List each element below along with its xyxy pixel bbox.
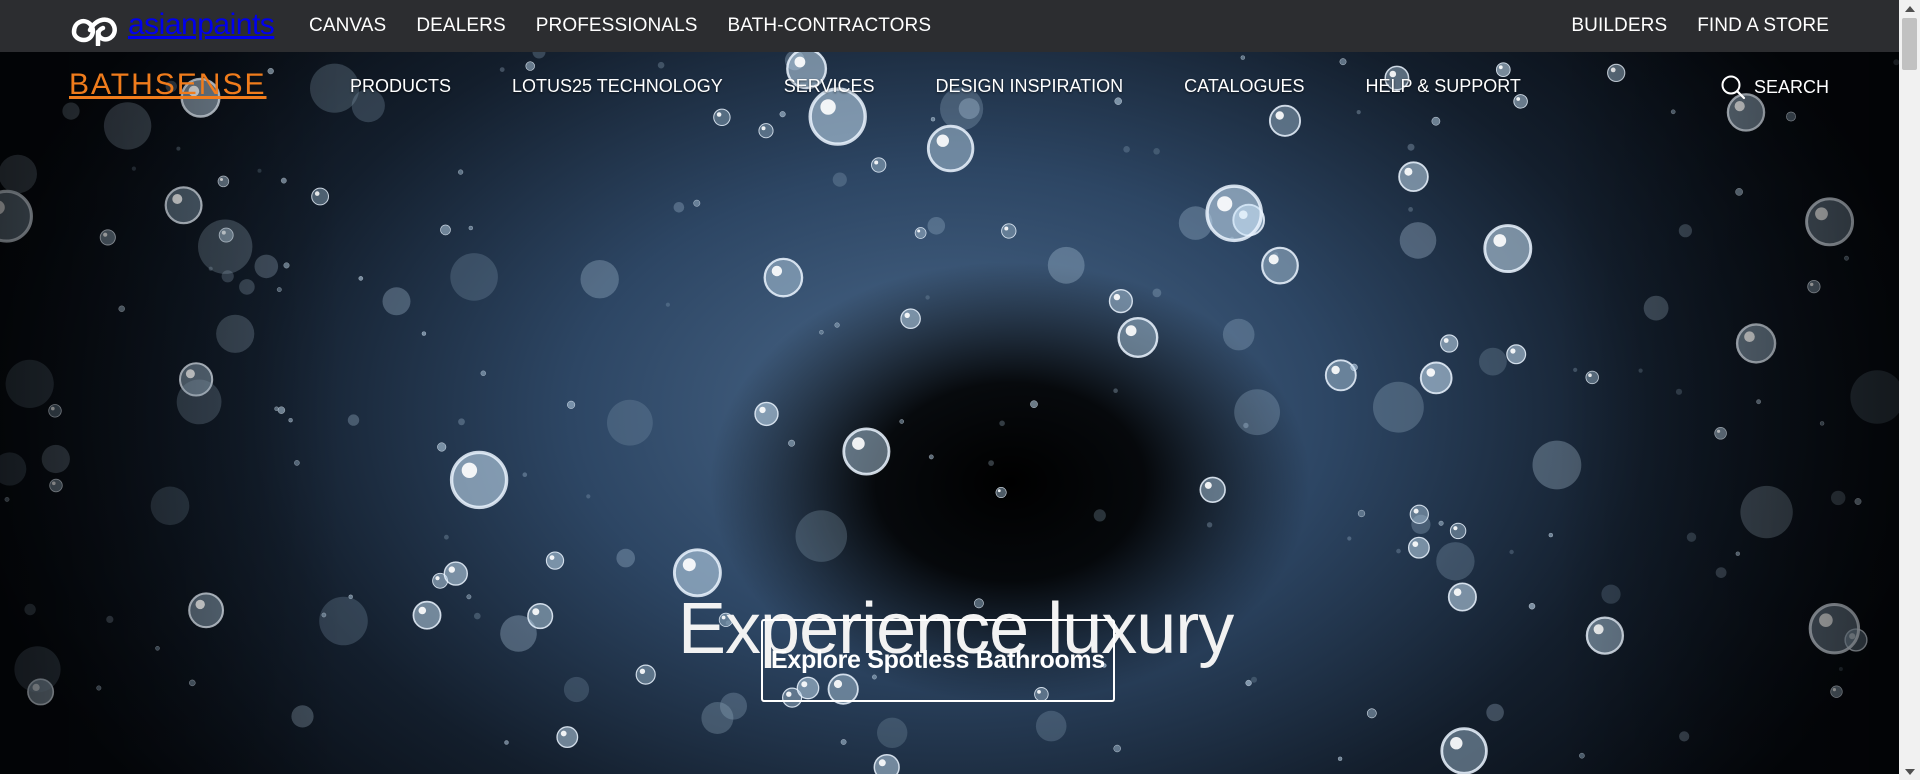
nav-item-lotus25-technology[interactable]: LOTUS25 TECHNOLOGY: [512, 76, 723, 97]
top-link-find-a-store[interactable]: FIND A STORE: [1697, 15, 1829, 37]
search-button[interactable]: SEARCH: [1720, 74, 1829, 100]
nav-item-products[interactable]: PRODUCTS: [350, 76, 451, 97]
top-link-builders[interactable]: BUILDERS: [1571, 15, 1667, 37]
scroll-down-icon[interactable]: [1899, 763, 1920, 780]
top-utility-bar: asianpaints CANVAS DEALERS PROFESSIONALS…: [0, 0, 1899, 52]
search-label: SEARCH: [1753, 76, 1829, 97]
top-nav-left: CANVAS DEALERS PROFESSIONALS BATH-CONTRA…: [309, 0, 961, 52]
top-link-dealers[interactable]: DEALERS: [416, 15, 505, 37]
vertical-scrollbar[interactable]: [1899, 0, 1920, 780]
asianpaints-logo-icon: [70, 8, 122, 46]
bathsense-logo[interactable]: BATHSENSE: [69, 70, 267, 100]
page-bottom-edge: [0, 774, 1899, 780]
scrollbar-thumb[interactable]: [1902, 18, 1917, 70]
asianpaints-wordmark: asianpaints: [128, 8, 275, 41]
search-icon: [1721, 75, 1746, 100]
top-nav-right: BUILDERS FIND A STORE: [1541, 0, 1829, 52]
top-link-bath-contractors[interactable]: BATH-CONTRACTORS: [728, 15, 932, 37]
top-link-professionals[interactable]: PROFESSIONALS: [536, 15, 698, 37]
nav-item-services[interactable]: SERVICES: [784, 76, 875, 97]
explore-bathrooms-button[interactable]: Explore Spotless Bathrooms: [761, 619, 1115, 702]
scroll-up-icon[interactable]: [1899, 0, 1920, 17]
nav-item-design-inspiration[interactable]: DESIGN INSPIRATION: [935, 76, 1123, 97]
nav-item-catalogues[interactable]: CATALOGUES: [1184, 76, 1304, 97]
main-nav: PRODUCTS LOTUS25 TECHNOLOGY SERVICES DES…: [350, 76, 1521, 97]
top-link-canvas[interactable]: CANVAS: [309, 15, 386, 37]
asianpaints-logo[interactable]: asianpaints: [70, 8, 275, 46]
nav-item-help-support[interactable]: HELP & SUPPORT: [1366, 76, 1521, 97]
